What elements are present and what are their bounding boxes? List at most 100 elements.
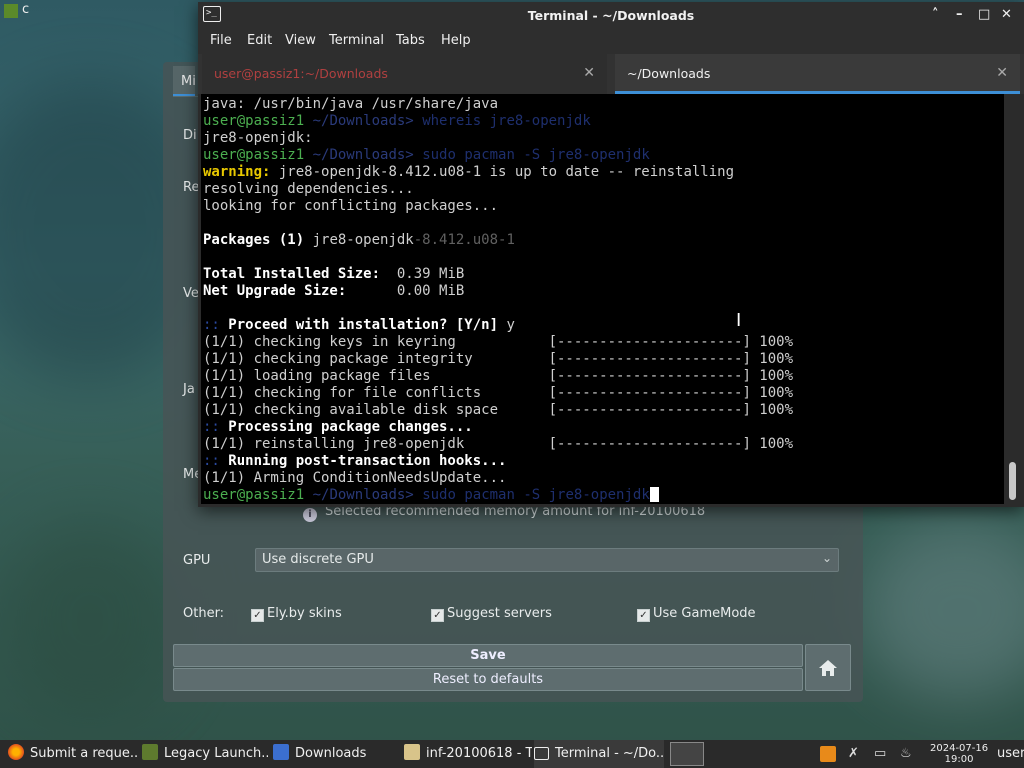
checkbox-use-gamemode[interactable]: ✓ Use GameMode	[637, 606, 756, 622]
checkbox-checked-icon: ✓	[637, 609, 650, 622]
packages-name: jre8-openjdk	[304, 232, 414, 248]
taskbar-item-firefox[interactable]: Submit a reque...	[8, 740, 138, 768]
packages-label: Packages (1)	[203, 232, 305, 248]
ibeam-cursor-icon: I	[736, 310, 742, 331]
net-size-label: Net Upgrade Size:	[203, 283, 347, 299]
tab-downloads[interactable]: ~/Downloads ✕	[615, 54, 1020, 94]
folder-icon	[404, 744, 420, 760]
tab-label: ~/Downloads	[627, 66, 711, 81]
net-size-value: 0.00 MiB	[346, 283, 465, 299]
menu-help[interactable]: Help	[441, 33, 471, 48]
step-text: (1/1) checking keys in keyring	[203, 334, 549, 350]
total-size-value: 0.39 MiB	[380, 266, 465, 282]
minecraft-icon[interactable]	[4, 4, 18, 18]
close-tab-icon[interactable]: ✕	[996, 65, 1008, 81]
launcher-label-java: Ja	[183, 382, 195, 397]
prompt-user: user@passiz1	[203, 113, 305, 129]
reset-defaults-button[interactable]: Reset to defaults	[173, 668, 803, 691]
output-line: looking for conflicting packages...	[203, 198, 499, 214]
chevron-down-icon: ⌄	[821, 551, 832, 565]
launcher-label-directory: Di	[183, 128, 197, 143]
terminal-output[interactable]: java: /usr/bin/java /usr/share/java user…	[201, 94, 1004, 504]
step-text: (1/1) checking available disk space	[203, 402, 549, 418]
file-manager-icon	[273, 744, 289, 760]
checkbox-checked-icon: ✓	[251, 609, 264, 622]
taskbar-item-terminal[interactable]: Terminal - ~/Do...	[534, 740, 664, 768]
taskbar-item-folder[interactable]: inf-20100618 - T...	[404, 740, 532, 768]
marker: ::	[203, 317, 220, 333]
menu-file[interactable]: File	[210, 33, 232, 48]
workspace-switcher[interactable]	[670, 742, 704, 766]
checkbox-elyby-skins[interactable]: ✓ Ely.by skins	[251, 606, 342, 622]
proceed-prompt: Proceed with installation? [Y/n]	[219, 317, 499, 333]
step-text: (1/1) reinstalling jre8-openjdk	[203, 436, 549, 452]
checkbox-label: Use GameMode	[653, 606, 756, 621]
progress-bar: [----------------------] 100%	[548, 436, 794, 452]
menu-terminal[interactable]: Terminal	[329, 33, 384, 48]
taskbar: Submit a reque... Legacy Launch... Downl…	[0, 740, 1024, 768]
taskbar-item-label: Terminal - ~/Do...	[555, 746, 664, 761]
checkbox-label: Suggest servers	[447, 606, 552, 621]
checkbox-suggest-servers[interactable]: ✓ Suggest servers	[431, 606, 552, 622]
scrollbar[interactable]	[1004, 94, 1024, 504]
titlebar[interactable]: >_ Terminal - ~/Downloads ˄ – □ ✕	[198, 2, 1024, 29]
close-tab-icon[interactable]: ✕	[583, 65, 595, 81]
save-button[interactable]: Save	[173, 644, 803, 667]
command: whereis jre8-openjdk	[422, 113, 591, 129]
notification-bell-icon[interactable]: ♨	[900, 746, 912, 761]
prompt-dir: ~/Downloads>	[312, 113, 414, 129]
launcher-tab-main[interactable]: Mi	[173, 66, 196, 96]
text-cursor	[649, 487, 659, 502]
taskbar-item-label: Submit a reque...	[30, 746, 138, 761]
gpu-select-value: Use discrete GPU	[262, 552, 374, 567]
output-line: jre8-openjdk:	[203, 130, 313, 146]
hooks-line: Running post-transaction hooks...	[219, 453, 507, 469]
taskbar-item-label: inf-20100618 - T...	[426, 746, 532, 761]
updates-icon[interactable]	[820, 746, 836, 762]
checkbox-checked-icon: ✓	[431, 609, 444, 622]
progress-bar: [----------------------] 100%	[548, 368, 794, 384]
taskbar-item-label: Downloads	[295, 746, 367, 761]
minecraft-icon	[142, 744, 158, 760]
network-disabled-icon[interactable]: ✗	[848, 746, 859, 761]
marker: ::	[203, 453, 220, 469]
warning-text: jre8-openjdk-8.412.u08-1 is up to date -…	[270, 164, 735, 180]
menu-tabs[interactable]: Tabs	[396, 33, 425, 48]
clock-date: 2024-07-16	[930, 743, 989, 754]
packages-version: -8.412.u08-1	[413, 232, 515, 248]
prompt-dir: ~/Downloads>	[312, 147, 414, 163]
close-button[interactable]: ✕	[1001, 7, 1012, 22]
shade-button[interactable]: ˄	[932, 7, 939, 22]
maximize-button[interactable]: □	[978, 7, 990, 22]
clock[interactable]: 2024-07-16 19:00	[930, 743, 988, 765]
battery-icon[interactable]: ▭	[874, 746, 886, 761]
prompt-user: user@passiz1	[203, 487, 305, 503]
step-text: (1/1) checking for file conflicts	[203, 385, 549, 401]
warning-label: warning:	[203, 164, 271, 180]
home-button[interactable]	[805, 644, 851, 691]
scrollbar-thumb[interactable]	[1009, 462, 1016, 500]
launcher-label-version: Ve	[183, 286, 199, 301]
launcher-label-resolution: Re	[183, 180, 200, 195]
prompt-dir: ~/Downloads>	[312, 487, 414, 503]
background-shade	[860, 520, 1024, 700]
gpu-select[interactable]: Use discrete GPU ⌄	[255, 548, 839, 572]
taskbar-item-label: Legacy Launch...	[164, 746, 268, 761]
tab-user-downloads[interactable]: user@passiz1:~/Downloads ✕	[202, 54, 607, 94]
home-icon	[819, 659, 837, 676]
menu-edit[interactable]: Edit	[247, 33, 272, 48]
progress-bar: [----------------------] 100%	[548, 385, 794, 401]
taskbar-item-downloads[interactable]: Downloads	[273, 740, 399, 768]
minimize-button[interactable]: –	[956, 7, 963, 22]
processing-line: Processing package changes...	[219, 419, 473, 435]
progress-bar: [----------------------] 100%	[548, 334, 794, 350]
window-title: Terminal - ~/Downloads	[527, 8, 695, 23]
output-line: java: /usr/bin/java /usr/share/java	[203, 96, 499, 112]
clock-time: 19:00	[944, 754, 974, 765]
taskbar-item-launcher[interactable]: Legacy Launch...	[142, 740, 268, 768]
menu-view[interactable]: View	[285, 33, 316, 48]
user-menu[interactable]: user	[997, 746, 1024, 761]
marker: ::	[203, 419, 220, 435]
terminal-icon	[534, 747, 549, 760]
command: sudo pacman -S jre8-openjdk	[422, 147, 650, 163]
